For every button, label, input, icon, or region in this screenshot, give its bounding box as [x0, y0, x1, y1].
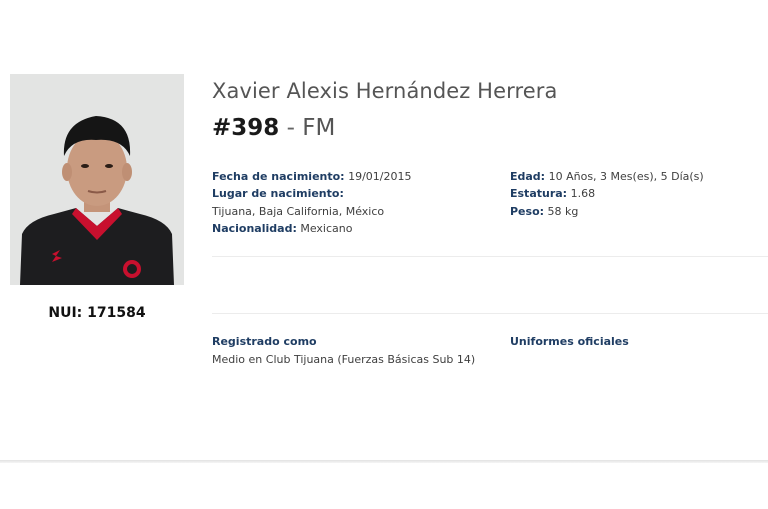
birth-place-value-row: Tijuana, Baja California, México — [212, 205, 384, 219]
age-label: Edad: — [510, 170, 546, 183]
weight-value: 58 kg — [547, 205, 579, 218]
nationality-field: Nacionalidad: Mexicano — [212, 222, 352, 236]
number-position-separator: - — [286, 115, 295, 141]
player-position: FM — [302, 115, 336, 141]
registration-title: Registrado como — [212, 335, 317, 348]
height-label: Estatura: — [510, 187, 568, 200]
age-value: 10 Años, 3 Mes(es), 5 Día(s) — [548, 170, 704, 183]
weight-field: Peso: 58 kg — [510, 205, 578, 219]
player-name: Xavier Alexis Hernández Herrera — [212, 79, 558, 103]
weight-label: Peso: — [510, 205, 545, 218]
uniforms-title: Uniformes oficiales — [510, 335, 629, 348]
age-field: Edad: 10 Años, 3 Mes(es), 5 Día(s) — [510, 170, 704, 184]
section-divider — [212, 313, 768, 314]
birth-date-field: Fecha de nacimiento: 19/01/2015 — [212, 170, 412, 184]
height-value: 1.68 — [570, 187, 596, 200]
card-bottom-edge — [0, 460, 768, 463]
nui-label: NUI: — [48, 305, 83, 321]
jersey-number: #398 — [212, 115, 280, 141]
player-number-position: #398 - FM — [212, 115, 335, 141]
player-photo-illustration — [10, 74, 184, 285]
nationality-value: Mexicano — [300, 222, 353, 235]
nui-id: NUI: 171584 — [10, 305, 184, 321]
height-field: Estatura: 1.68 — [510, 187, 595, 201]
birth-date-value: 19/01/2015 — [348, 170, 412, 183]
birth-place-label: Lugar de nacimiento: — [212, 187, 344, 200]
nui-value: 171584 — [87, 305, 146, 321]
birth-date-label: Fecha de nacimiento: — [212, 170, 345, 183]
details-divider — [212, 256, 768, 257]
birth-place-value: Tijuana, Baja California, México — [212, 205, 385, 218]
nationality-label: Nacionalidad: — [212, 222, 297, 235]
player-photo — [10, 74, 184, 285]
registration-value: Medio en Club Tijuana (Fuerzas Básicas S… — [212, 353, 476, 366]
birth-place-field: Lugar de nacimiento: — [212, 187, 344, 201]
